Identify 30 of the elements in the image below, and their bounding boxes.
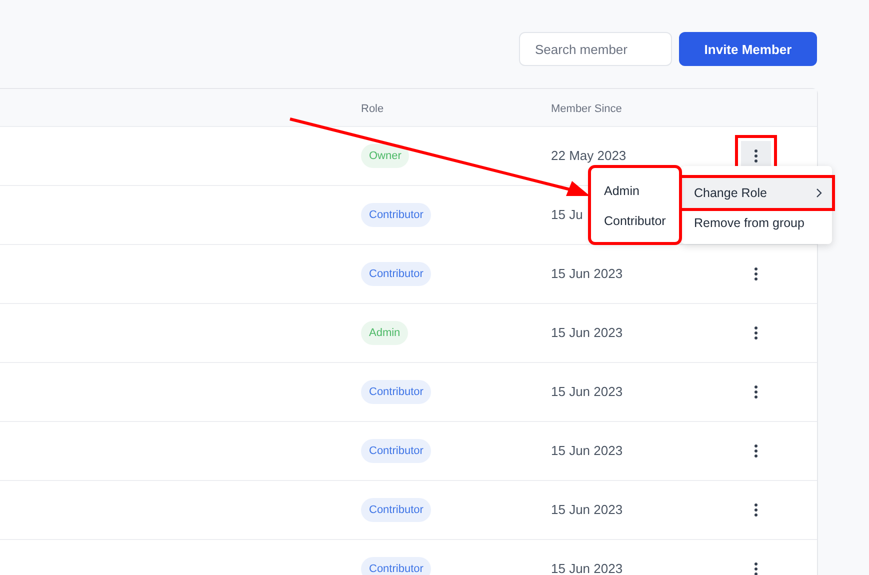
member-since-date: 15 Jun 2023	[551, 443, 623, 458]
menu-item[interactable]: Admin	[591, 176, 679, 206]
more-vertical-icon	[754, 503, 758, 517]
role-badge: Contributor	[361, 439, 432, 463]
role-badge: Contributor	[361, 498, 432, 522]
search-field[interactable]: Search member	[519, 32, 672, 66]
column-header: Role	[361, 102, 384, 114]
more-vertical-icon	[754, 444, 758, 458]
member-since-date: 15 Jun 2023	[551, 325, 623, 340]
role-badge: Contributor	[361, 557, 432, 575]
role-badge: Contributor	[361, 262, 432, 286]
member-since-date: 22 May 2023	[551, 148, 626, 163]
more-vertical-icon	[754, 562, 758, 575]
menu-item[interactable]: Contributor	[591, 206, 679, 236]
invite-member-button[interactable]: Invite Member	[679, 32, 817, 66]
role-badge: Admin	[361, 321, 408, 345]
member-since-date: 15 Jun 2023	[551, 502, 623, 517]
more-vertical-icon	[754, 149, 758, 163]
role-badge: Contributor	[361, 380, 432, 404]
more-vertical-icon	[754, 267, 758, 281]
more-vertical-icon	[754, 385, 758, 399]
member-since-date: 15 Jun 2023	[551, 266, 623, 281]
more-vertical-icon	[754, 326, 758, 340]
role-badge: Contributor	[361, 203, 432, 227]
menu-item[interactable]: Change Role	[681, 178, 832, 208]
member-since-date: 15 Ju	[551, 207, 583, 222]
member-since-date: 15 Jun 2023	[551, 384, 623, 399]
member-since-date: 15 Jun 2023	[551, 561, 623, 575]
role-badge: Owner	[361, 144, 410, 168]
column-header: Member Since	[551, 102, 622, 114]
